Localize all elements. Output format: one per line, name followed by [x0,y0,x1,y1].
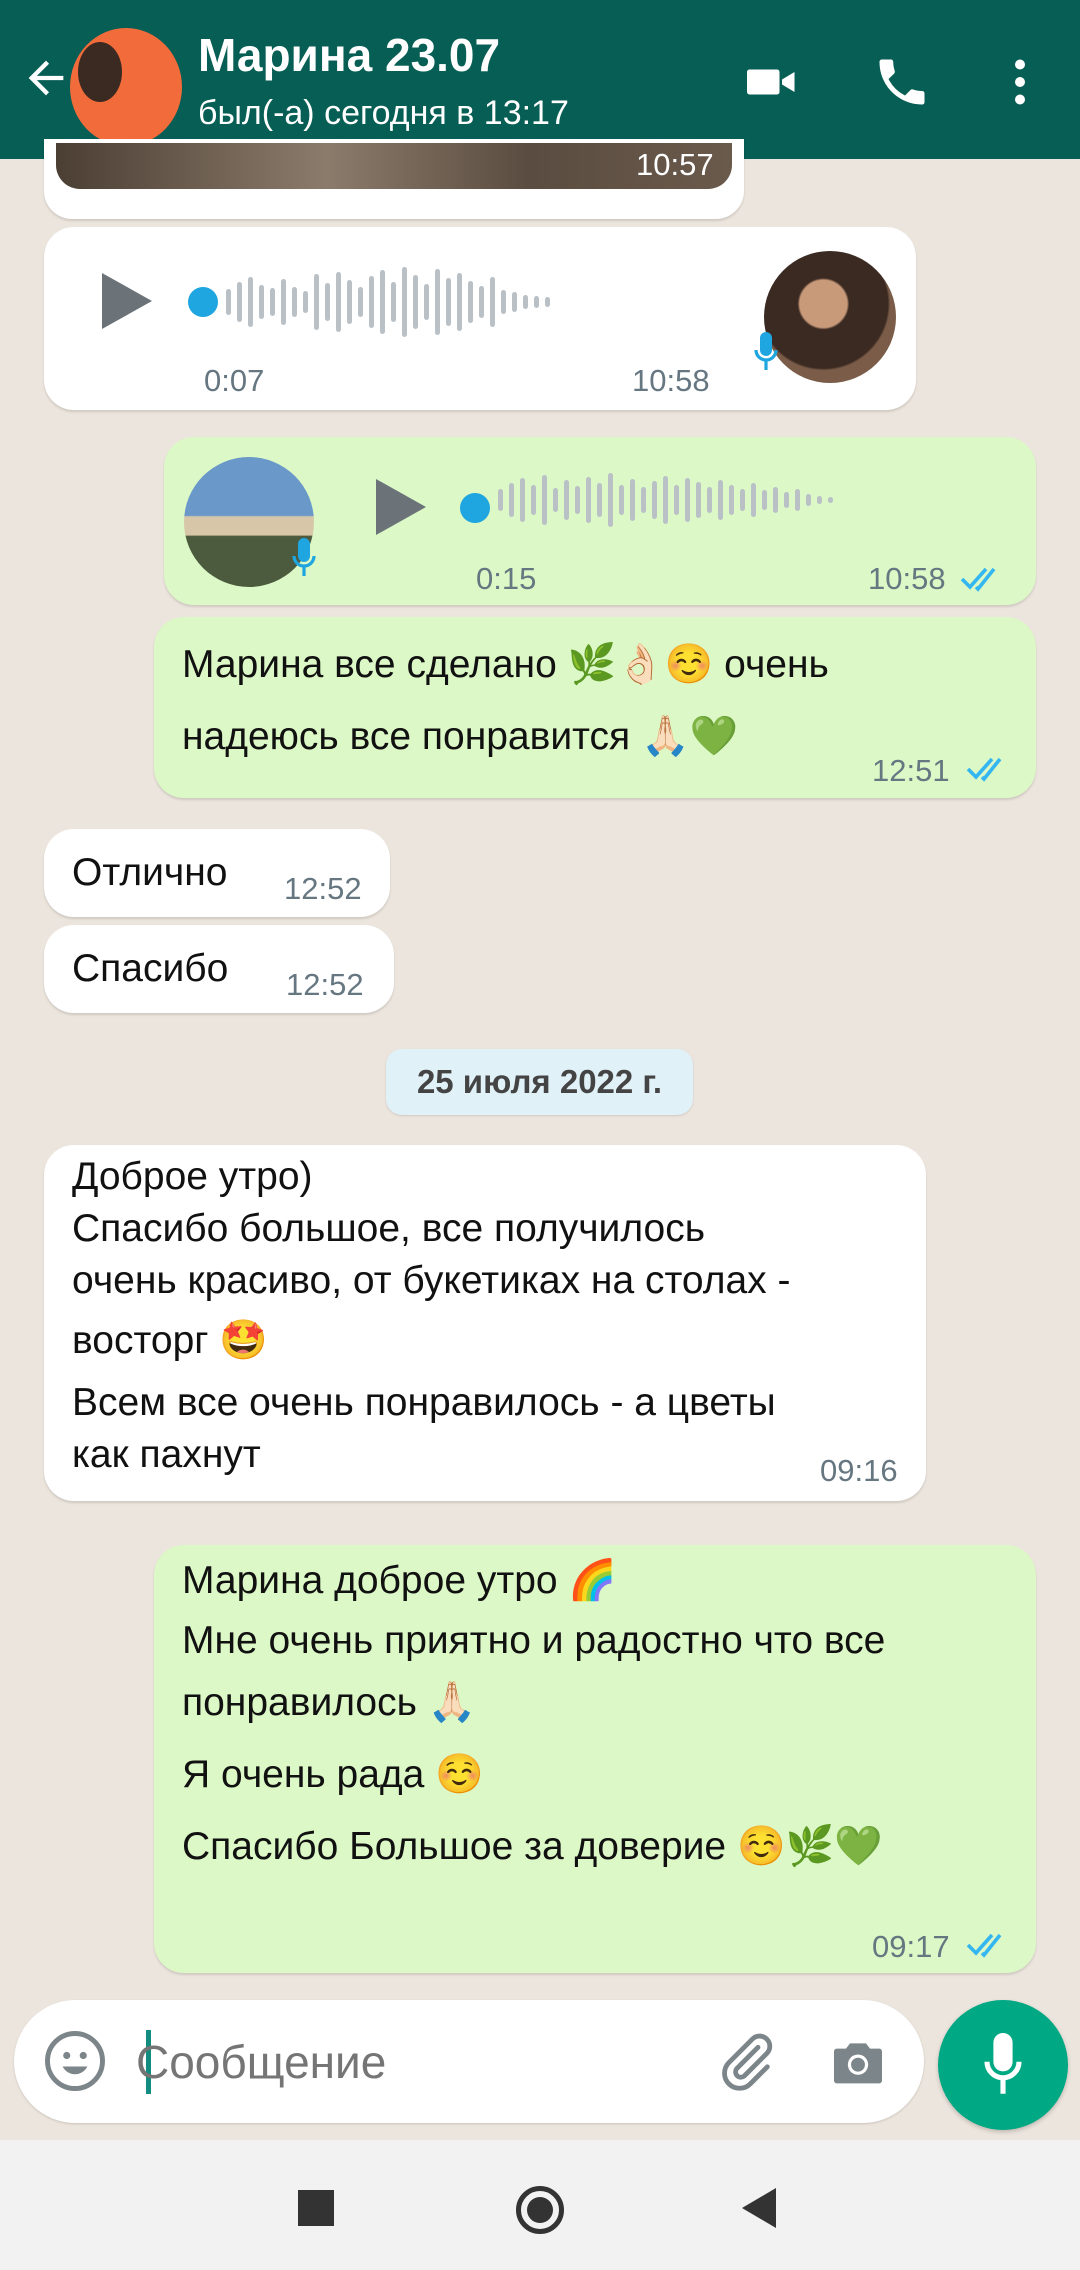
contact-avatar[interactable] [70,28,182,146]
play-icon[interactable] [376,479,426,535]
message-text-line: Марина доброе утро 🌈 [182,1559,617,1602]
system-nav-bar [0,2140,1080,2270]
message-time: 12:52 [286,967,364,1002]
message-text: Отлично [72,851,228,894]
message-time: 09:16 [820,1453,898,1488]
emoji-icon[interactable] [42,2028,108,2094]
message-incoming[interactable]: Спасибо 12:52 [44,925,394,1013]
camera-icon[interactable] [826,2030,890,2094]
photo-message[interactable]: 10:57 [44,139,744,219]
chat-area[interactable]: 10:57 0:07 10:58 0:15 10:58 Марина все с… [0,139,1080,1999]
message-outgoing[interactable]: Марина все сделано 🌿👌🏻☺️ очень надеюсь в… [154,617,1036,798]
voice-message-outgoing[interactable]: 0:15 10:58 [164,437,1036,605]
contact-status: был(-а) сегодня в 13:17 [198,94,569,132]
message-text-line: восторг 🤩 [72,1319,268,1362]
message-outgoing[interactable]: Марина доброе утро 🌈 Мне очень приятно и… [154,1545,1036,1973]
message-time: 09:17 [872,1929,950,1964]
message-text-line: Спасибо Большое за доверие ☺️🌿💚 [182,1825,883,1868]
message-input-bar [14,2000,924,2123]
message-text-line: Всем все очень понравилось - а цветы [72,1381,776,1424]
chat-header: Марина 23.07 был(-а) сегодня в 13:17 [0,0,1080,159]
recents-button[interactable] [298,2190,334,2226]
phone-icon[interactable] [872,52,932,112]
voice-waveform[interactable] [226,267,556,337]
message-text-line: Доброе утро) [72,1155,313,1198]
message-text-line: очень красиво, от букетиках на столах - [72,1259,791,1302]
photo-thumbnail[interactable] [56,143,732,189]
message-text-line: Я очень рада ☺️ [182,1753,484,1796]
double-check-icon [966,757,1002,782]
message-text: Спасибо [72,947,229,990]
message-incoming[interactable]: Доброе утро) Спасибо большое, все получи… [44,1145,926,1501]
message-text-line: надеюсь все понравится 🙏🏻💚 [182,715,739,758]
double-check-icon [966,1933,1002,1958]
back-arrow-icon[interactable] [20,52,72,104]
message-input[interactable] [134,2028,698,2096]
message-incoming[interactable]: Отлично 12:52 [44,829,390,917]
voice-record-button[interactable] [938,2000,1068,2130]
message-time: 12:51 [872,753,950,788]
voice-waveform[interactable] [498,473,839,543]
voice-progress-dot[interactable] [188,287,218,317]
message-time: 12:52 [284,871,362,906]
contact-name[interactable]: Марина 23.07 [198,28,500,82]
mic-icon [984,2033,1022,2094]
back-button[interactable] [742,2188,776,2228]
video-call-icon[interactable] [742,52,802,112]
message-text-line: Мне очень приятно и радостно что все [182,1619,886,1662]
voice-message-incoming[interactable]: 0:07 10:58 [44,227,916,410]
message-text-line: Марина все сделано 🌿👌🏻☺️ очень [182,643,829,686]
voice-duration: 0:07 [204,363,265,398]
message-text-line: как пахнут [72,1433,261,1476]
more-vert-icon[interactable] [990,52,1050,112]
mic-icon [292,538,316,576]
message-text-line: Спасибо большое, все получилось [72,1207,706,1250]
message-time: 10:57 [636,147,714,182]
message-time: 10:58 [868,561,946,596]
play-icon[interactable] [102,273,152,329]
home-button[interactable] [516,2186,564,2234]
voice-progress-dot[interactable] [460,493,490,523]
attach-icon[interactable] [714,2030,778,2094]
double-check-icon [960,567,996,592]
date-separator: 25 июля 2022 г. [386,1049,693,1115]
message-text-line: понравилось 🙏🏻 [182,1681,477,1724]
sender-avatar [764,251,896,383]
voice-duration: 0:15 [476,561,537,596]
mic-icon [754,332,778,370]
message-time: 10:58 [632,363,710,398]
